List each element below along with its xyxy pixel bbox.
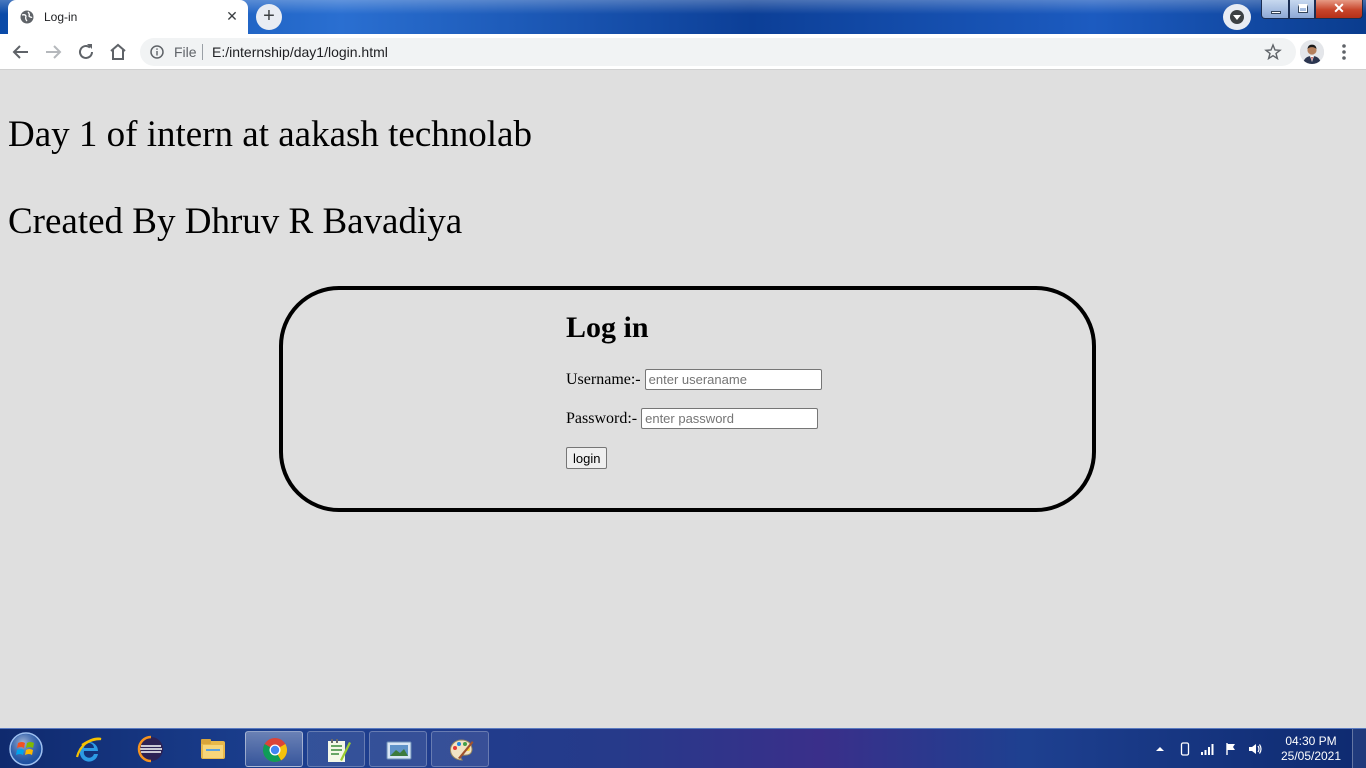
clock-date: 25/05/2021 xyxy=(1280,749,1342,763)
eclipse-icon xyxy=(137,735,163,763)
taskbar-chrome[interactable] xyxy=(245,731,303,767)
username-label: Username:- xyxy=(566,370,641,388)
device-battery-icon[interactable] xyxy=(1178,742,1192,756)
chrome-icon xyxy=(262,738,288,763)
password-input[interactable] xyxy=(641,408,819,429)
back-arrow-icon[interactable] xyxy=(9,40,33,64)
taskbar-internet-explorer[interactable] xyxy=(60,731,118,767)
notepad-plus-plus-icon xyxy=(328,739,351,762)
profile-avatar[interactable] xyxy=(1300,40,1324,64)
taskbar-windows-explorer[interactable] xyxy=(184,731,242,767)
window-minimize-button[interactable] xyxy=(1261,0,1289,19)
paint-palette-icon xyxy=(450,739,474,761)
page-viewport: Day 1 of intern at aakash technolab Crea… xyxy=(0,71,1366,728)
tab-search-button[interactable] xyxy=(1223,4,1251,30)
taskbar-notepad-plus-plus[interactable] xyxy=(307,731,365,767)
restore-icon xyxy=(1298,4,1308,13)
close-icon: ✕ xyxy=(1333,0,1345,16)
show-hidden-icons-icon[interactable] xyxy=(1153,742,1167,756)
home-icon[interactable] xyxy=(106,40,130,64)
show-desktop-button[interactable] xyxy=(1352,729,1366,768)
tab-title: Log-in xyxy=(44,10,78,24)
profile-picture-icon xyxy=(1300,40,1324,64)
login-title: Log in xyxy=(566,311,649,344)
volume-speaker-icon[interactable] xyxy=(1248,742,1262,756)
login-button[interactable]: login xyxy=(566,447,608,469)
reload-icon[interactable] xyxy=(74,40,98,64)
bookmark-star-icon[interactable] xyxy=(1264,43,1282,61)
windows-start-orb-icon[interactable] xyxy=(6,731,46,767)
url-scheme-label: File xyxy=(174,44,197,60)
internet-explorer-icon xyxy=(75,737,102,762)
browser-title-bar: Log-in ✕ + ✕ xyxy=(0,0,1366,34)
browser-toolbar: File E:/internship/day1/login.html xyxy=(0,34,1366,70)
omnibox-separator xyxy=(202,44,203,60)
password-row: Password:- xyxy=(566,408,819,429)
windows-taskbar: 04:30 PM 25/05/2021 xyxy=(0,728,1366,768)
username-input[interactable] xyxy=(644,369,822,390)
password-label: Password:- xyxy=(566,409,638,427)
login-form-box: Log in Username:- Password:- login xyxy=(279,286,1096,512)
new-tab-button[interactable]: + xyxy=(256,4,282,30)
browser-tab-active[interactable]: Log-in ✕ xyxy=(8,0,248,34)
minimize-icon xyxy=(1271,11,1281,14)
globe-icon xyxy=(20,10,34,24)
window-maximize-button[interactable] xyxy=(1289,0,1315,19)
taskbar-eclipse[interactable] xyxy=(122,731,180,767)
network-signal-icon[interactable] xyxy=(1200,742,1214,756)
taskbar-paint[interactable] xyxy=(431,731,489,767)
action-center-flag-icon[interactable] xyxy=(1224,742,1238,756)
window-close-button[interactable]: ✕ xyxy=(1315,0,1363,19)
forward-arrow-icon[interactable] xyxy=(41,40,65,64)
info-icon[interactable] xyxy=(150,45,164,59)
page-heading-intern: Day 1 of intern at aakash technolab xyxy=(8,114,532,155)
taskbar-photo-viewer[interactable] xyxy=(369,731,427,767)
username-row: Username:- xyxy=(566,369,822,390)
url-text[interactable]: E:/internship/day1/login.html xyxy=(212,44,388,60)
tab-close-icon[interactable]: ✕ xyxy=(224,8,240,24)
clock-time: 04:30 PM xyxy=(1285,734,1337,748)
photo-viewer-icon xyxy=(386,741,412,760)
chevron-down-icon xyxy=(1233,15,1241,20)
page-heading-author: Created By Dhruv R Bavadiya xyxy=(8,201,463,242)
folder-icon xyxy=(201,739,225,759)
system-clock[interactable]: 04:30 PM 25/05/2021 xyxy=(1276,734,1346,764)
address-bar[interactable]: File E:/internship/day1/login.html xyxy=(140,38,1296,66)
kebab-menu-icon[interactable] xyxy=(1334,40,1354,64)
